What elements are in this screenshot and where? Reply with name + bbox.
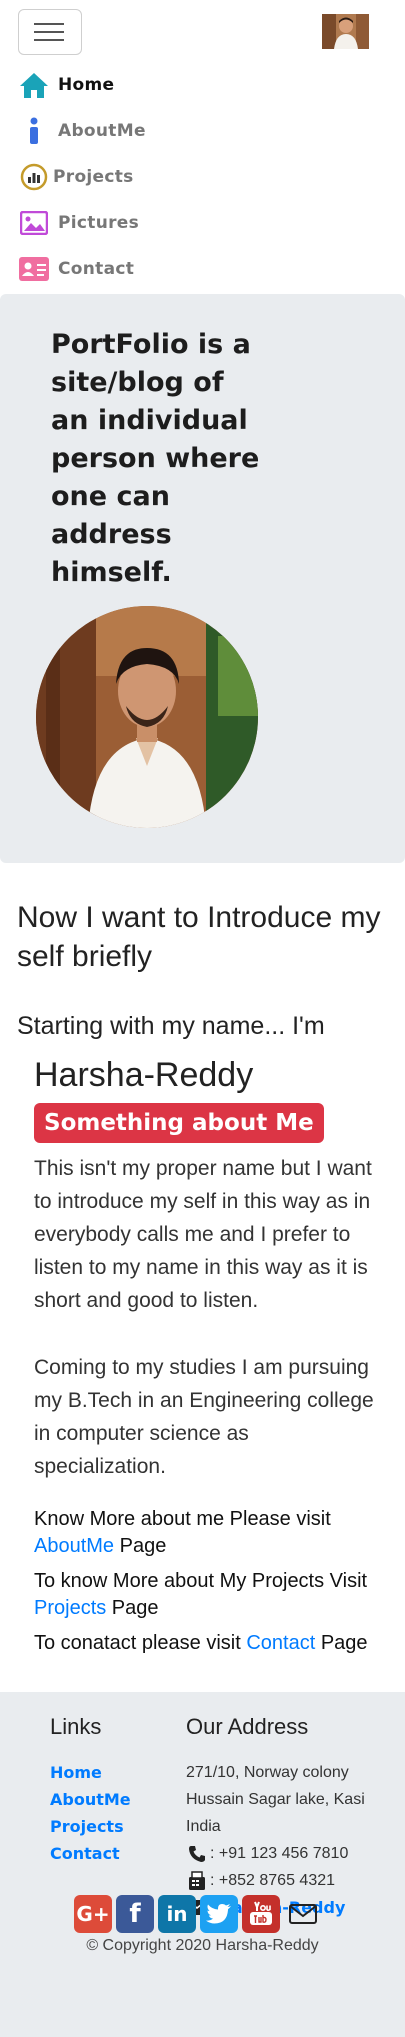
hamburger-icon	[34, 39, 64, 41]
nav-label-home: Home	[58, 75, 115, 95]
copyright-text: © Copyright 2020 Harsha-Reddy	[86, 1937, 319, 1954]
phone-row: : +91 123 456 7810	[186, 1840, 396, 1867]
contact-link[interactable]: Contact	[246, 1632, 315, 1654]
picture-icon	[18, 207, 50, 239]
phone-icon	[186, 1843, 208, 1865]
contact-suffix: Page	[315, 1632, 368, 1654]
twitter-icon[interactable]	[200, 1895, 238, 1933]
hero-heading: PortFolio is a site/blog of an individua…	[51, 329, 260, 588]
nav-item-pictures[interactable]: Pictures	[18, 200, 146, 246]
name-intro-text: Starting with my name... I'm	[17, 1012, 325, 1040]
projects-icon	[18, 161, 50, 193]
contact-card-icon	[18, 253, 50, 285]
nav-item-contact[interactable]: Contact	[18, 246, 146, 292]
info-icon	[18, 115, 50, 147]
phone-number: : +91 123 456 7810	[210, 1845, 349, 1862]
contact-link-text: To conatact please visit Contact Page	[34, 1630, 379, 1657]
projects-link[interactable]: Projects	[34, 1597, 106, 1619]
profile-thumbnail[interactable]	[322, 14, 369, 49]
hamburger-icon	[34, 23, 64, 25]
aboutme-prefix: Know More about me Please visit	[34, 1508, 331, 1530]
aboutme-link-text: Know More about me Please visit AboutMe …	[34, 1506, 379, 1560]
footer-link-projects[interactable]: Projects	[50, 1813, 131, 1840]
nav-label-aboutme: AboutMe	[58, 121, 146, 141]
nav-label-pictures: Pictures	[58, 213, 140, 233]
footer-link-contact[interactable]: Contact	[50, 1840, 131, 1867]
fax-number: : +852 8765 4321	[210, 1872, 336, 1889]
projects-link-text: To know More about My Projects Visit Pro…	[34, 1568, 379, 1622]
nav-menu: Home AboutMe Projects Pictures Contact	[18, 62, 146, 292]
fax-icon	[186, 1870, 208, 1892]
intro-heading: Now I want to Introduce my self briefly	[17, 901, 381, 973]
footer-link-home[interactable]: Home	[50, 1759, 131, 1786]
hamburger-icon	[34, 31, 64, 33]
nav-item-home[interactable]: Home	[18, 62, 146, 108]
google-plus-icon[interactable]: G+	[74, 1895, 112, 1933]
nav-label-projects: Projects	[53, 167, 134, 187]
footer: Links Home AboutMe Projects Contact Our …	[0, 1692, 405, 2037]
home-icon	[18, 69, 50, 101]
linkedin-icon[interactable]: in	[158, 1895, 196, 1933]
about-paragraph-name: This isn't my proper name but I want to …	[34, 1157, 372, 1312]
aboutme-link[interactable]: AboutMe	[34, 1535, 114, 1557]
profile-name: Harsha-Reddy	[34, 1056, 254, 1094]
address-text: 271/10, Norway colony Hussain Sagar lake…	[186, 1764, 365, 1835]
youtube-icon[interactable]	[242, 1895, 280, 1933]
address-heading: Our Address	[186, 1714, 309, 1739]
social-links: G+ f in	[74, 1895, 326, 1933]
hero-section: PortFolio is a site/blog of an individua…	[0, 294, 405, 863]
footer-link-aboutme[interactable]: AboutMe	[50, 1786, 131, 1813]
fax-row: : +852 8765 4321	[186, 1867, 396, 1894]
facebook-icon[interactable]: f	[116, 1895, 154, 1933]
nav-item-projects[interactable]: Projects	[18, 154, 146, 200]
links-heading: Links	[50, 1714, 102, 1739]
projects-suffix: Page	[106, 1597, 159, 1619]
about-badge: Something about Me	[34, 1103, 324, 1143]
menu-toggle-button[interactable]	[18, 9, 82, 55]
profile-photo	[36, 606, 258, 828]
navbar: Home AboutMe Projects Pictures Contact	[0, 0, 405, 282]
footer-links: Home AboutMe Projects Contact	[50, 1759, 131, 1867]
about-paragraph-studies: Coming to my studies I am pursuing my B.…	[34, 1356, 374, 1478]
contact-prefix: To conatact please visit	[34, 1632, 247, 1654]
aboutme-suffix: Page	[114, 1535, 167, 1557]
projects-prefix: To know More about My Projects Visit	[34, 1570, 368, 1592]
mail-icon[interactable]	[284, 1895, 322, 1933]
nav-item-aboutme[interactable]: AboutMe	[18, 108, 146, 154]
nav-label-contact: Contact	[58, 259, 135, 279]
